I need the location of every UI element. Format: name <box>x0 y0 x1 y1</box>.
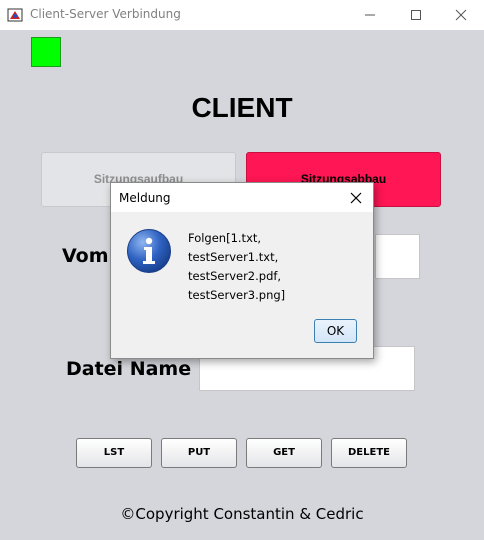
window-titlebar: Client-Server Verbindung <box>0 0 484 30</box>
lst-button[interactable]: LST <box>76 438 152 468</box>
info-icon <box>126 228 172 274</box>
put-button[interactable]: PUT <box>161 438 237 468</box>
app-icon[interactable] <box>7 7 23 23</box>
dialog-message-line: testServer1.txt, <box>188 250 279 264</box>
copyright-footer: ©Copyright Constantin & Cedric <box>120 505 364 523</box>
maximize-icon <box>411 10 421 20</box>
dialog-title: Meldung <box>119 191 171 205</box>
get-button[interactable]: GET <box>246 438 322 468</box>
minimize-button[interactable] <box>347 0 393 30</box>
ok-button[interactable]: OK <box>314 319 357 343</box>
close-icon <box>350 192 362 204</box>
connection-status-indicator <box>31 37 61 67</box>
close-button[interactable] <box>438 0 484 30</box>
filename-label: Datei Name : <box>66 358 206 380</box>
dialog-titlebar: Meldung <box>111 183 373 212</box>
from-field[interactable] <box>375 234 420 279</box>
window-title: Client-Server Verbindung <box>30 7 181 21</box>
page-title: CLIENT <box>191 92 293 123</box>
minimize-icon <box>365 14 375 16</box>
message-dialog: Meldung Folgen[1.txt, testServer1.txt, t… <box>110 182 374 359</box>
maximize-button[interactable] <box>393 0 439 30</box>
close-icon <box>455 9 467 21</box>
dialog-message-line: testServer3.png] <box>188 288 286 302</box>
dialog-message: Folgen[1.txt, testServer1.txt, testServe… <box>188 229 285 305</box>
dialog-close-button[interactable] <box>347 189 365 207</box>
dialog-message-line: Folgen[1.txt, <box>188 231 262 245</box>
delete-button[interactable]: DELETE <box>331 438 407 468</box>
from-label: Vom <box>62 245 109 267</box>
dialog-message-line: testServer2.pdf, <box>188 269 282 283</box>
